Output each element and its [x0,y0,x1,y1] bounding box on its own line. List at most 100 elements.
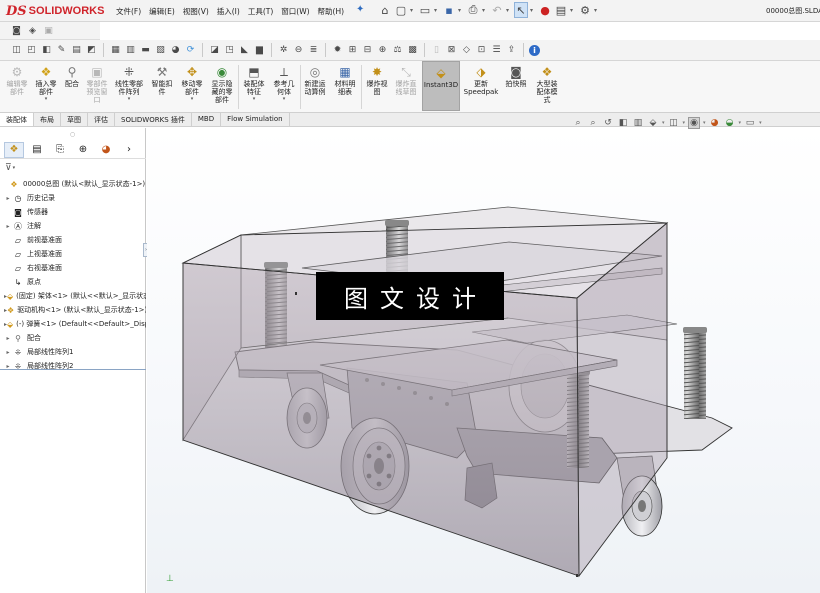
dimxpert-tab-icon[interactable]: ⊕ [73,142,93,158]
tree-item-drive-mechanism[interactable]: ▸ ❖ 驱动机构<1> (默认<默认_显示状态-1>) [0,303,146,317]
panel-splitter[interactable] [0,369,146,372]
upload-icon[interactable]: ⇪ [505,44,518,57]
filter-icon[interactable]: ⊽ ▾ [0,161,146,175]
tree-item-front-plane[interactable]: ▱ 前视基准面 [0,233,146,247]
print-icon[interactable]: ⎙ [466,2,480,18]
new-document-icon[interactable]: ▢ [394,2,408,18]
tree-root-assembly[interactable]: ❖ 00000总图 (默认<默认_显示状态-1>) [0,177,146,191]
window-icon[interactable]: ◪ [208,44,221,57]
apply-scene-icon[interactable]: ◒ [724,117,736,129]
edit-appearance-icon[interactable]: ◕ [709,117,721,129]
select-dropdown-icon[interactable]: ▾ [530,7,536,14]
component-preview-button[interactable]: ▣ 零部件 预览窗 口 [84,64,110,104]
info-icon[interactable]: i [529,44,540,56]
chart-icon[interactable]: ▩ [406,44,419,57]
expand-arrow-icon[interactable]: ▸ [4,335,12,342]
mate-button[interactable]: ⚲ 配合 [62,64,82,88]
diamond-icon[interactable]: ◇ [460,44,473,57]
refresh-icon[interactable]: ⟳ [184,44,197,57]
insert-component-button[interactable]: ❖ 插入零 部件 ▾ [32,64,60,102]
bill-of-materials-button[interactable]: ▦ 材料明 细表 [331,64,359,96]
feature-tree-tab-icon[interactable]: ❖ [4,141,24,158]
undo-icon[interactable]: ↶ [490,2,504,18]
tree-item-local-pattern-1[interactable]: ▸ ⁜ 局部线性阵列1 [0,345,146,359]
view-settings-monitor-icon[interactable]: ▭ [744,117,756,129]
tab-evaluate[interactable]: 评估 [88,113,115,126]
display-dropdown-icon[interactable]: ▾ [683,120,686,126]
tree-item-annotations[interactable]: ▸ Ⓐ 注解 [0,219,146,233]
home-icon[interactable]: ⌂ [378,2,392,18]
display-manager-tab-icon[interactable]: ◕ [96,142,116,158]
tree-item-mates[interactable]: ▸ ⚲ 配合 [0,331,146,345]
new-motion-study-button[interactable]: ◎ 新建运 动算例 [301,64,329,96]
menu-window[interactable]: 窗口(W) [277,4,313,19]
tab-addins[interactable]: SOLIDWORKS 插件 [115,113,192,126]
grid-icon[interactable]: ⊞ [346,44,359,57]
camera-icon[interactable]: ◙ [10,24,23,37]
target-icon[interactable]: ⊕ [376,44,389,57]
copy-view-icon[interactable]: ▣ [42,24,55,37]
rebuild-icon[interactable]: ● [538,2,552,18]
previous-view-icon[interactable]: ↺ [602,117,614,129]
expand-arrow-icon[interactable]: ▸ [4,223,12,230]
paste-icon[interactable]: ◩ [85,44,98,57]
tree-item-frame[interactable]: ▸ ⬙ (固定) 架体<1> (默认<<默认>_显示状态 1>) [0,289,146,303]
zoom-to-fit-icon[interactable]: ⌕ [572,117,584,129]
hide-show-dropdown-icon[interactable]: ▾ [703,120,706,126]
model-viewport[interactable] [147,128,820,593]
view-orientation-icon[interactable]: ⬙ [647,117,659,129]
explode-line-sketch-button[interactable]: ⤡ 爆炸直 线草图 [392,64,420,97]
save-as-icon[interactable]: ▧ [154,44,167,57]
assembly-view-icon[interactable]: ◈ [26,24,39,37]
tab-layout[interactable]: 布局 [34,113,61,126]
tree-item-spring[interactable]: ▸ ⬙ (-) 弹簧<1> (Default<<Default>_Display… [0,317,146,331]
sheet-icon[interactable]: ▤ [70,44,83,57]
open-folder-icon[interactable]: ▭ [418,2,432,18]
table-icon[interactable]: ⊟ [361,44,374,57]
linear-pattern-button[interactable]: ⁜ 线性零部 件阵列 ▾ [112,64,146,102]
zoom-area-icon[interactable]: ⌕ [587,117,599,129]
tab-mbd[interactable]: MBD [192,113,222,126]
scene-dropdown-icon[interactable]: ▾ [739,120,742,126]
options-gear-icon[interactable]: ⚙ [578,2,592,18]
export-icon[interactable]: ⊡ [475,44,488,57]
circle-tool-icon[interactable]: ⊖ [292,44,305,57]
folder-icon[interactable]: ▬ [139,44,152,57]
edit-icon[interactable]: ✎ [55,44,68,57]
menu-help[interactable]: 帮助(H) [314,4,349,19]
show-hidden-components-button[interactable]: ◉ 显示隐 藏的零 部件 [208,64,236,104]
panel-grip-icon[interactable]: ○ [0,128,145,140]
tree-item-right-plane[interactable]: ▱ 右视基准面 [0,261,146,275]
copy-component-icon[interactable]: ◧ [40,44,53,57]
configuration-tab-icon[interactable]: ⎘ [50,142,70,158]
clip-icon[interactable]: ⊠ [445,44,458,57]
stack-icon[interactable]: ≣ [307,44,320,57]
section-view-icon[interactable]: ◧ [617,117,629,129]
zoom-select-icon[interactable]: ◰ [25,44,38,57]
tile-icon[interactable]: ◳ [223,44,236,57]
gear-options-icon[interactable]: ✲ [277,44,290,57]
display-style-icon[interactable]: ◫ [668,117,680,129]
move-component-button[interactable]: ✥ 移动零 部件 ▾ [178,64,206,102]
menu-edit[interactable]: 编辑(E) [145,4,179,19]
solidworks-logo[interactable]: DS SOLIDWORKS [6,2,104,20]
tree-item-history[interactable]: ▸ ◷ 历史记录 [0,191,146,205]
expand-arrow-icon[interactable]: ▸ [4,349,12,356]
expand-arrow-icon[interactable]: ▸ [4,195,12,202]
measure-icon[interactable]: ◣ [238,44,251,57]
more-tabs-chevron-icon[interactable]: › [119,142,139,158]
menu-insert[interactable]: 插入(I) [213,4,244,19]
orientation-dropdown-icon[interactable]: ▾ [662,120,665,126]
undo-dropdown-icon[interactable]: ▾ [506,7,512,14]
tree-item-sensors[interactable]: ◙ 传感器 [0,205,146,219]
update-speedpak-button[interactable]: ⬗ 更新 Speedpak [462,64,500,96]
save-dropdown-icon[interactable]: ▾ [458,7,464,14]
properties-dropdown-icon[interactable]: ▾ [570,7,576,14]
new-dropdown-icon[interactable]: ▾ [410,7,416,14]
edit-component-button[interactable]: ⚙ 编辑零 部件 [4,64,30,96]
pin-menu-icon[interactable]: ✦ [356,4,364,15]
take-snapshot-button[interactable]: ◙ 拍快照 [502,64,530,88]
assembly-features-button[interactable]: ⬒ 装配体 特征 ▾ [240,64,268,102]
save-icon[interactable]: ▪ [442,2,456,18]
printer-icon[interactable]: ▆ [253,44,266,57]
